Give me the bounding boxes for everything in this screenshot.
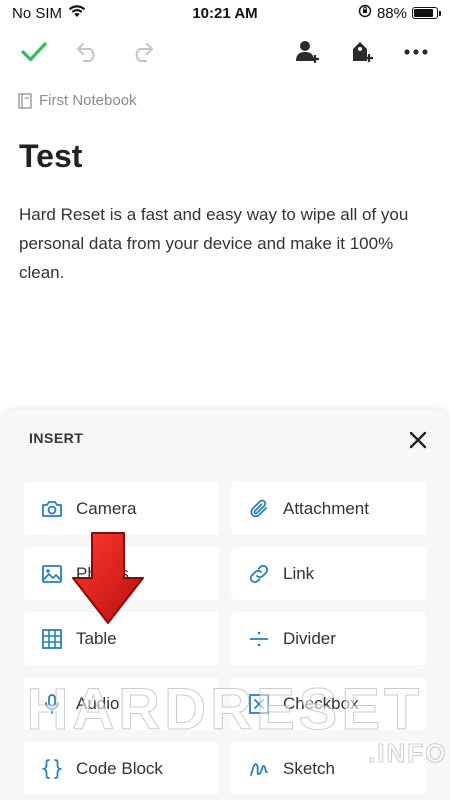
insert-camera-label: Camera: [76, 498, 137, 518]
insert-code-block-label: Code Block: [76, 758, 163, 778]
status-bar: No SIM 10:21 AM 88%: [0, 0, 450, 26]
insert-link-label: Link: [283, 563, 315, 583]
orientation-lock-icon: [358, 4, 372, 22]
notebook-name: First Notebook: [39, 92, 137, 109]
toolbar-right: [292, 36, 432, 68]
notebook-icon: [18, 92, 32, 109]
insert-checkbox-button[interactable]: Checkbox: [231, 677, 426, 730]
table-icon: [40, 627, 64, 651]
more-button[interactable]: [400, 36, 432, 68]
link-icon: [247, 562, 271, 586]
divider-icon: [247, 627, 271, 651]
paperclip-icon: [247, 497, 271, 521]
code-block-icon: [40, 757, 64, 781]
add-person-icon: [296, 41, 319, 63]
share-button[interactable]: [292, 36, 324, 68]
sketch-icon: [247, 757, 271, 781]
insert-divider-label: Divider: [283, 628, 336, 648]
done-button[interactable]: [18, 36, 50, 68]
insert-table-button[interactable]: Table: [24, 612, 219, 665]
note-title[interactable]: Test: [19, 138, 82, 175]
status-right: 88%: [358, 4, 441, 22]
more-icon: [404, 49, 428, 55]
battery-fill: [414, 9, 434, 17]
redo-icon: [135, 43, 153, 62]
insert-attachment-label: Attachment: [283, 498, 369, 518]
close-icon: [409, 431, 427, 449]
insert-audio-label: Audio: [76, 693, 120, 713]
insert-sketch-button[interactable]: Sketch: [231, 742, 426, 795]
note-toolbar: [0, 30, 450, 74]
insert-table-label: Table: [76, 628, 117, 648]
undo-icon: [77, 43, 95, 62]
status-left: No SIM: [12, 4, 86, 22]
camera-icon: [40, 497, 64, 521]
battery-icon: [412, 7, 441, 19]
insert-photos-label: Photos: [76, 563, 129, 583]
redo-button[interactable]: [126, 36, 158, 68]
note-body[interactable]: Hard Reset is a fast and easy way to wip…: [19, 200, 434, 287]
microphone-icon: [40, 692, 64, 716]
insert-sheet: INSERT Camera Attachment Photos Link Tab…: [0, 410, 450, 800]
insert-photos-button[interactable]: Photos: [24, 547, 219, 600]
add-tag-icon: [353, 42, 373, 62]
insert-audio-button[interactable]: Audio: [24, 677, 219, 730]
insert-sheet-title: INSERT: [29, 430, 84, 446]
notebook-selector[interactable]: First Notebook: [18, 92, 137, 109]
insert-attachment-button[interactable]: Attachment: [231, 482, 426, 535]
tag-button[interactable]: [346, 36, 378, 68]
insert-sketch-label: Sketch: [283, 758, 335, 778]
checkbox-icon: [247, 692, 271, 716]
check-icon: [21, 42, 47, 62]
insert-divider-button[interactable]: Divider: [231, 612, 426, 665]
insert-code-block-button[interactable]: Code Block: [24, 742, 219, 795]
insert-camera-button[interactable]: Camera: [24, 482, 219, 535]
insert-checkbox-label: Checkbox: [283, 693, 359, 713]
wifi-icon: [68, 4, 86, 22]
undo-button[interactable]: [72, 36, 104, 68]
insert-link-button[interactable]: Link: [231, 547, 426, 600]
carrier-label: No SIM: [12, 4, 63, 22]
toolbar-left: [18, 36, 158, 68]
battery-percent: 88%: [376, 4, 407, 22]
image-icon: [40, 562, 64, 586]
close-button[interactable]: [404, 426, 432, 454]
